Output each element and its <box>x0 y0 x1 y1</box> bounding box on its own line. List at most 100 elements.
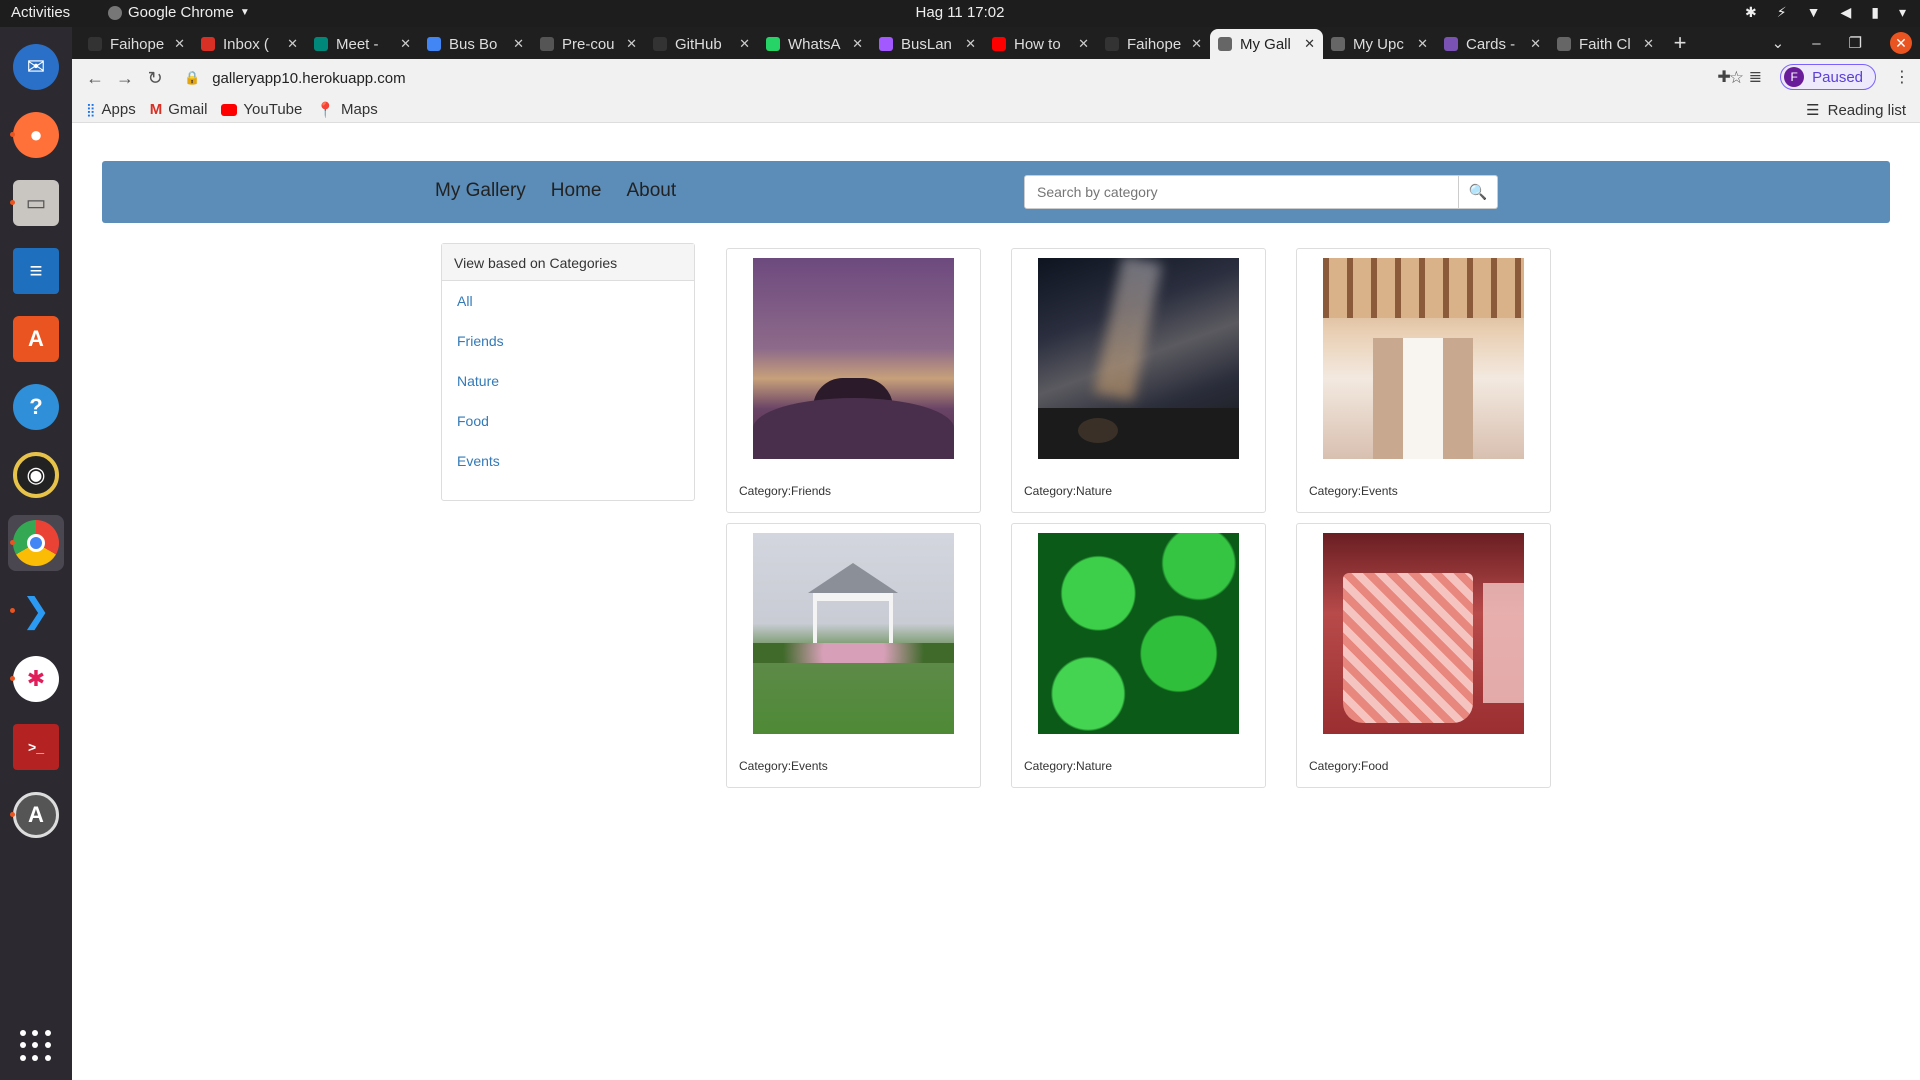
minimize-button[interactable]: – <box>1812 35 1820 52</box>
browser-tab[interactable]: GitHub ✕ <box>645 29 758 59</box>
gallery-image[interactable] <box>1038 533 1239 734</box>
back-button[interactable]: ← <box>80 68 110 89</box>
dock-thunderbird[interactable]: ✉ <box>8 39 64 95</box>
tab-close-icon[interactable]: ✕ <box>174 36 185 52</box>
browser-tab[interactable]: Bus Bo ✕ <box>419 29 532 59</box>
restore-button[interactable]: ❐ <box>1849 34 1862 52</box>
tab-close-icon[interactable]: ✕ <box>965 36 976 52</box>
search-button[interactable]: 🔍 <box>1459 175 1498 209</box>
browser-tab[interactable]: How to ✕ <box>984 29 1097 59</box>
tab-strip: Faihope ✕ Inbox (✕ Meet - ✕ Bus Bo ✕ Pre-cou ✕ Gi… <box>72 27 1920 59</box>
software-updater-icon: A <box>13 792 59 838</box>
activities-button[interactable]: Activities <box>11 4 70 21</box>
bookmark-label: YouTube <box>243 101 303 118</box>
software-center-icon: A <box>13 316 59 362</box>
browser-tab[interactable]: Meet - ✕ <box>306 29 419 59</box>
tab-close-icon[interactable]: ✕ <box>1530 36 1541 52</box>
dock-chrome[interactable] <box>8 515 64 571</box>
nav-home-link[interactable]: Home <box>551 180 602 202</box>
slack-tray-icon: ✱ <box>1745 4 1757 20</box>
dock-slack[interactable]: ✱ <box>8 651 64 707</box>
gallery-card[interactable]: Category:Nature <box>1011 248 1266 513</box>
browser-tab[interactable]: My Upc ✕ <box>1323 29 1436 59</box>
url-text[interactable]: galleryapp10.herokuapp.com <box>212 70 405 87</box>
address-bar[interactable]: 🔒 galleryapp10.herokuapp.com ☆ <box>184 63 1744 93</box>
tab-close-icon[interactable]: ✕ <box>626 36 637 52</box>
tab-favicon-icon <box>540 37 554 51</box>
dock-files[interactable]: ▭ <box>8 175 64 231</box>
browser-tab[interactable]: Faith Cl ✕ <box>1549 29 1662 59</box>
close-window-button[interactable]: ✕ <box>1890 32 1912 54</box>
image-caption: Category:Friends <box>739 484 832 498</box>
tab-close-icon[interactable]: ✕ <box>400 36 411 52</box>
dock-writer[interactable]: ≡ <box>8 243 64 299</box>
gallery-image[interactable] <box>753 258 954 459</box>
profile-button[interactable]: F Paused <box>1780 64 1876 90</box>
gallery-image[interactable] <box>1323 258 1524 459</box>
tab-close-icon[interactable]: ✕ <box>287 36 298 52</box>
nav-about-link[interactable]: About <box>626 180 676 202</box>
category-link-food[interactable]: Food <box>457 407 679 447</box>
dock-software[interactable]: A <box>8 311 64 367</box>
gallery-card[interactable]: Category:Events <box>726 523 981 788</box>
tab-favicon-icon <box>1218 37 1232 51</box>
tab-close-icon[interactable]: ✕ <box>739 36 750 52</box>
browser-tab[interactable]: BusLan ✕ <box>871 29 984 59</box>
show-apps-grid-icon[interactable] <box>20 1030 52 1062</box>
bookmark-youtube[interactable]: YouTube <box>221 101 302 118</box>
reload-button[interactable]: ↻ <box>140 68 170 89</box>
tab-search-icon[interactable]: ⌄ <box>1772 34 1785 52</box>
gallery-card[interactable]: Category:Food <box>1296 523 1551 788</box>
browser-tab[interactable]: My Gall ✕ <box>1210 29 1323 59</box>
gallery-image[interactable] <box>1038 258 1239 459</box>
nav-brand-link[interactable]: My Gallery <box>435 180 526 202</box>
wifi-icon: ▼ <box>1806 4 1821 20</box>
new-tab-button[interactable]: + <box>1662 30 1698 56</box>
tab-close-icon[interactable]: ✕ <box>513 36 524 52</box>
system-tray[interactable]: ✱ ⚡ ▼ ◀ ▮ ▾ <box>1745 4 1906 21</box>
extensions-icon[interactable]: ✚ <box>1717 67 1730 87</box>
clock[interactable]: Hag 11 17:02 <box>916 4 1005 21</box>
dock-firefox[interactable]: ● <box>8 107 64 163</box>
reading-list-button[interactable]: ☰ Reading list <box>1806 101 1906 120</box>
chrome-icon <box>108 5 122 20</box>
browser-tab[interactable]: Faihope ✕ <box>1097 29 1210 59</box>
network-tray-icon: ⚡ <box>1776 4 1787 20</box>
gallery-image[interactable] <box>1323 533 1524 734</box>
search-input[interactable] <box>1024 175 1459 209</box>
dock-rhythmbox[interactable]: ◉ <box>8 447 64 503</box>
browser-tab[interactable]: Pre-cou ✕ <box>532 29 645 59</box>
menu-kebab-icon[interactable]: ⋮ <box>1894 67 1910 87</box>
gallery-image[interactable] <box>753 533 954 734</box>
bookmark-apps[interactable]: ⣿ Apps <box>86 101 136 118</box>
tab-close-icon[interactable]: ✕ <box>1191 36 1202 52</box>
media-control-icon[interactable]: ≣ <box>1749 67 1762 87</box>
category-link-friends[interactable]: Friends <box>457 327 679 367</box>
dock-vscode[interactable]: ❯ <box>8 583 64 639</box>
bookmark-maps[interactable]: 📍 Maps <box>316 101 377 119</box>
category-link-nature[interactable]: Nature <box>457 367 679 407</box>
browser-tab[interactable]: WhatsA ✕ <box>758 29 871 59</box>
dock-updater[interactable]: A <box>8 787 64 843</box>
tab-close-icon[interactable]: ✕ <box>1417 36 1428 52</box>
category-link-all[interactable]: All <box>457 287 679 327</box>
browser-tab[interactable]: Inbox (✕ <box>193 29 306 59</box>
terminal-icon: >_ <box>13 724 59 770</box>
tab-close-icon[interactable]: ✕ <box>1078 36 1089 52</box>
gallery-card[interactable]: Category:Nature <box>1011 523 1266 788</box>
browser-tab[interactable]: Faihope ✕ <box>80 29 193 59</box>
category-link-events[interactable]: Events <box>457 447 679 487</box>
dock-help[interactable]: ? <box>8 379 64 435</box>
tab-close-icon[interactable]: ✕ <box>852 36 863 52</box>
browser-tab[interactable]: Cards - ✕ <box>1436 29 1549 59</box>
tab-close-icon[interactable]: ✕ <box>1304 36 1315 52</box>
lock-icon[interactable]: 🔒 <box>184 70 200 86</box>
app-menu[interactable]: Google Chrome ▼ <box>108 4 250 21</box>
tab-close-icon[interactable]: ✕ <box>1643 36 1654 52</box>
tab-title: My Gall <box>1240 35 1291 53</box>
bookmark-gmail[interactable]: M Gmail <box>150 101 208 118</box>
dock-terminal[interactable]: >_ <box>8 719 64 775</box>
gallery-card[interactable]: Category:Friends <box>726 248 981 513</box>
gallery-card[interactable]: Category:Events <box>1296 248 1551 513</box>
forward-button[interactable]: → <box>110 68 140 89</box>
